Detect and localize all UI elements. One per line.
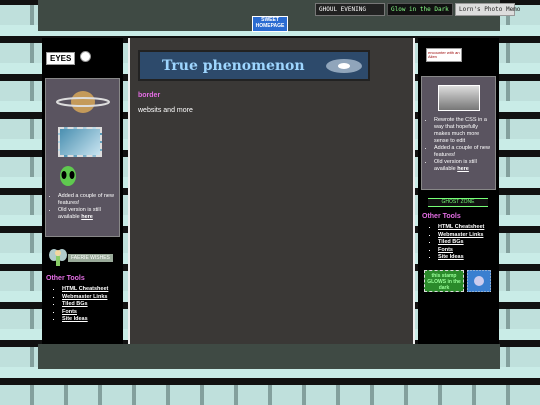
ghoul-evening-badge[interactable]: GHOUL EVENING bbox=[315, 3, 385, 16]
ghost-zone-badge: GHOST ZONE bbox=[428, 198, 488, 207]
html-cheatsheet-link[interactable]: HTML Cheatsheet bbox=[62, 286, 108, 292]
faerie-wishes-label: FAERIE WISHES bbox=[68, 254, 113, 262]
webmaster-links-link[interactable]: Webmaster Links bbox=[438, 232, 483, 238]
list-item: Added a couple of new features! bbox=[434, 145, 491, 159]
left-sidebar: EYES Added a couple of new features! Old… bbox=[42, 38, 123, 344]
alien-encounter-label: encounter with an Alien bbox=[428, 50, 460, 59]
left-updates-list: Added a couple of new features! Old vers… bbox=[46, 193, 119, 221]
main-text: websits and more bbox=[138, 107, 193, 114]
list-item: HTML Cheatsheet bbox=[62, 286, 123, 294]
list-item: Tiled BGs bbox=[438, 239, 499, 247]
main-content: True phenomenon border websits and more bbox=[128, 38, 415, 344]
photo-memo-badge[interactable]: Lorn's Photo Memo bbox=[455, 3, 520, 16]
bottom-band bbox=[38, 344, 500, 369]
list-item-text: Old version is still available bbox=[58, 207, 101, 220]
left-panel: Added a couple of new features! Old vers… bbox=[45, 78, 120, 237]
page-banner: True phenomenon bbox=[138, 50, 370, 81]
galaxy-icon bbox=[326, 58, 362, 73]
lake-monster-image bbox=[437, 85, 480, 111]
list-item: HTML Cheatsheet bbox=[438, 224, 499, 232]
faerie-badge: FAERIE WISHES bbox=[48, 247, 123, 269]
list-item-text: Added a couple of new features! bbox=[58, 193, 114, 206]
webmaster-links-link[interactable]: Webmaster Links bbox=[62, 294, 107, 300]
tiled-bgs-link[interactable]: Tiled BGs bbox=[438, 239, 464, 245]
right-sidebar: encounter with an Alien Rewrote the CSS … bbox=[418, 38, 499, 344]
list-item: Fonts bbox=[438, 247, 499, 255]
site-ideas-link[interactable]: Site Ideas bbox=[438, 254, 464, 260]
here-link[interactable]: here bbox=[81, 214, 93, 220]
other-tools-title: Other Tools bbox=[422, 213, 461, 220]
list-item: Old version is still available here bbox=[434, 159, 491, 173]
eye-icon bbox=[79, 51, 91, 63]
list-item: Old version is still available here bbox=[58, 207, 115, 221]
list-item: Tiled BGs bbox=[62, 301, 123, 309]
right-panel: Rewrote the CSS in a way that hopefully … bbox=[421, 76, 496, 190]
glow-badge[interactable]: Glow in the Dark bbox=[387, 3, 453, 16]
list-item: Site Ideas bbox=[438, 254, 499, 262]
list-item: Fonts bbox=[62, 309, 123, 317]
left-links-list: HTML Cheatsheet Webmaster Links Tiled BG… bbox=[42, 286, 123, 324]
list-item: Site Ideas bbox=[62, 316, 123, 324]
list-item-text: Old version is still available bbox=[434, 159, 477, 172]
alien-encounter-badge: encounter with an Alien bbox=[426, 48, 462, 62]
banner-title: True phenomenon bbox=[162, 57, 305, 74]
html-cheatsheet-link[interactable]: HTML Cheatsheet bbox=[438, 224, 484, 230]
list-item-text: Added a couple of new features! bbox=[434, 145, 490, 158]
sweet-homepage-badge[interactable]: SWEET HOMEPAGE bbox=[252, 16, 288, 32]
top-badges: GHOUL EVENING Glow in the Dark Lorn's Ph… bbox=[315, 3, 520, 16]
alien-head-icon bbox=[60, 166, 76, 186]
other-tools-title: Other Tools bbox=[46, 275, 85, 282]
space-stamp-image bbox=[58, 127, 102, 157]
list-item: Rewrote the CSS in a way that hopefully … bbox=[434, 117, 491, 145]
list-item: Webmaster Links bbox=[62, 294, 123, 302]
site-ideas-link[interactable]: Site Ideas bbox=[62, 316, 88, 322]
eyes-label-wrap: EYES bbox=[46, 48, 123, 66]
list-item: Added a couple of new features! bbox=[58, 193, 115, 207]
tiled-bgs-link[interactable]: Tiled BGs bbox=[62, 301, 88, 307]
eyes-label: EYES bbox=[46, 52, 76, 65]
saturn-icon bbox=[56, 91, 110, 113]
list-item-text: Rewrote the CSS in a way that hopefully … bbox=[434, 117, 487, 144]
blue-stamp-icon bbox=[467, 269, 491, 292]
fonts-link[interactable]: Fonts bbox=[62, 309, 77, 315]
right-updates-list: Rewrote the CSS in a way that hopefully … bbox=[422, 117, 495, 173]
right-links-list: HTML Cheatsheet Webmaster Links Tiled BG… bbox=[418, 224, 499, 262]
list-item: Webmaster Links bbox=[438, 232, 499, 240]
main-heading: border bbox=[138, 92, 161, 99]
fonts-link[interactable]: Fonts bbox=[438, 247, 453, 253]
stamps-row: this stamp GLOWS in the dark bbox=[424, 269, 499, 292]
glow-stamp: this stamp GLOWS in the dark bbox=[424, 269, 464, 292]
faerie-icon bbox=[49, 249, 67, 266]
here-link[interactable]: here bbox=[457, 166, 469, 172]
